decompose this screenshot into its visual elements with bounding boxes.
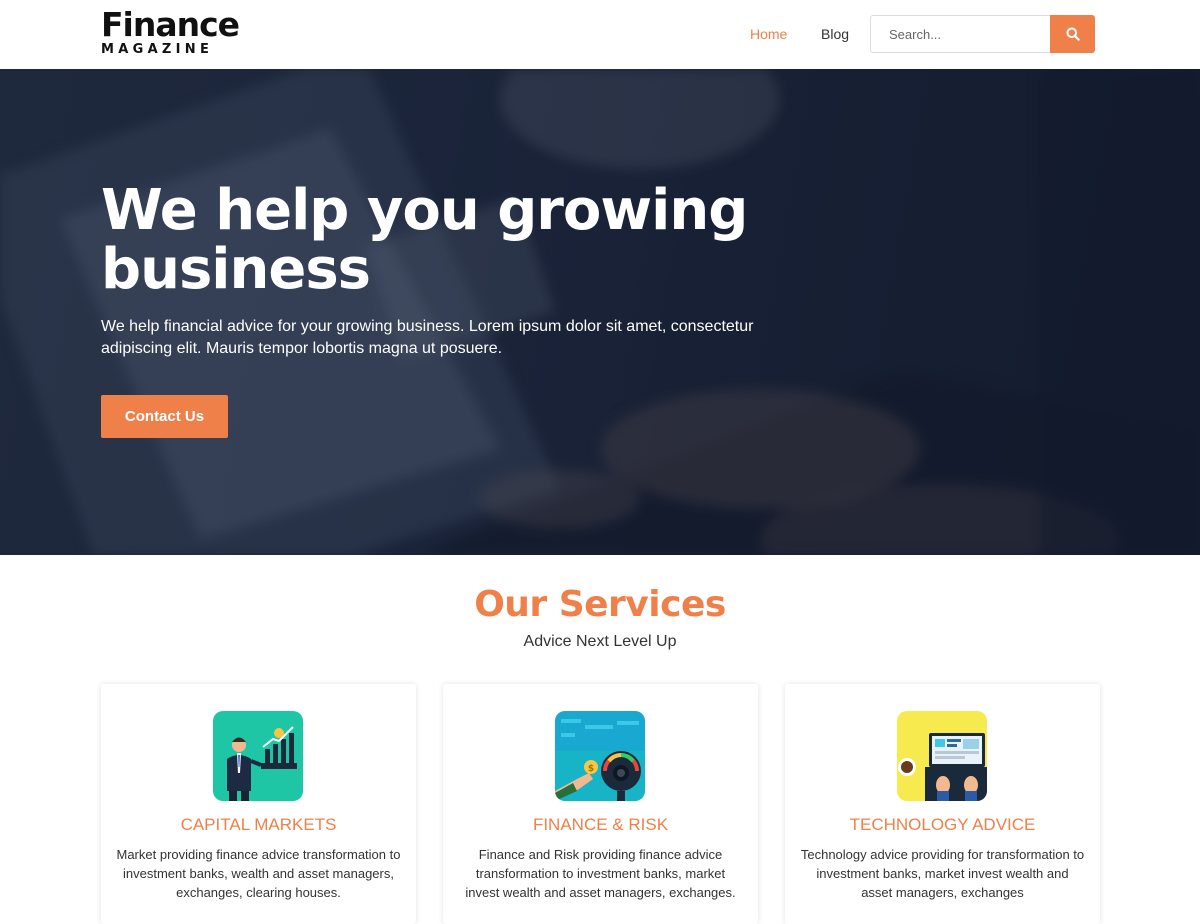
laptop-typing-icon (897, 711, 987, 801)
hero-title: We help you growing business (101, 178, 748, 302)
logo-title: Finance (101, 5, 240, 44)
hero-description: We help financial advice for your growin… (101, 318, 754, 357)
logo[interactable]: Finance MAGAZINE (101, 5, 240, 57)
service-card-technology-advice[interactable]: TECHNOLOGY ADVICE Technology advice prov… (785, 684, 1100, 924)
businessman-growth-chart-icon (213, 711, 303, 801)
site-header: Finance MAGAZINE Home Blog (0, 0, 1200, 69)
service-card-capital-markets[interactable]: CAPITAL MARKETS Market providing finance… (101, 684, 416, 924)
hero-section: We help you growing business We help fin… (0, 69, 1200, 555)
svg-text:$: $ (588, 764, 594, 774)
service-card-text: Market providing finance advice transfor… (116, 847, 401, 900)
service-card-text: Technology advice providing for transfor… (800, 847, 1085, 900)
service-card-finance-risk[interactable]: $ FINANCE & RISK Finance and Risk provid… (443, 684, 758, 924)
nav-blog-link[interactable]: Blog (821, 26, 849, 42)
service-card-title: CAPITAL MARKETS (180, 815, 337, 834)
contact-us-button[interactable]: Contact Us (101, 395, 228, 438)
search-icon (1066, 27, 1080, 41)
service-card-title: TECHNOLOGY ADVICE (849, 815, 1036, 834)
search-input[interactable] (870, 15, 1051, 53)
nav-home-link[interactable]: Home (750, 26, 787, 42)
services-subtitle: Advice Next Level Up (523, 633, 677, 650)
service-card-text: Finance and Risk providing finance advic… (465, 847, 736, 900)
search-button[interactable] (1050, 15, 1095, 53)
services-title: Our Services (474, 584, 726, 625)
hero-overlay (0, 69, 1200, 555)
service-card-title: FINANCE & RISK (532, 815, 669, 834)
coin-gauge-icon: $ (555, 711, 645, 801)
logo-subtitle: MAGAZINE (101, 42, 214, 57)
